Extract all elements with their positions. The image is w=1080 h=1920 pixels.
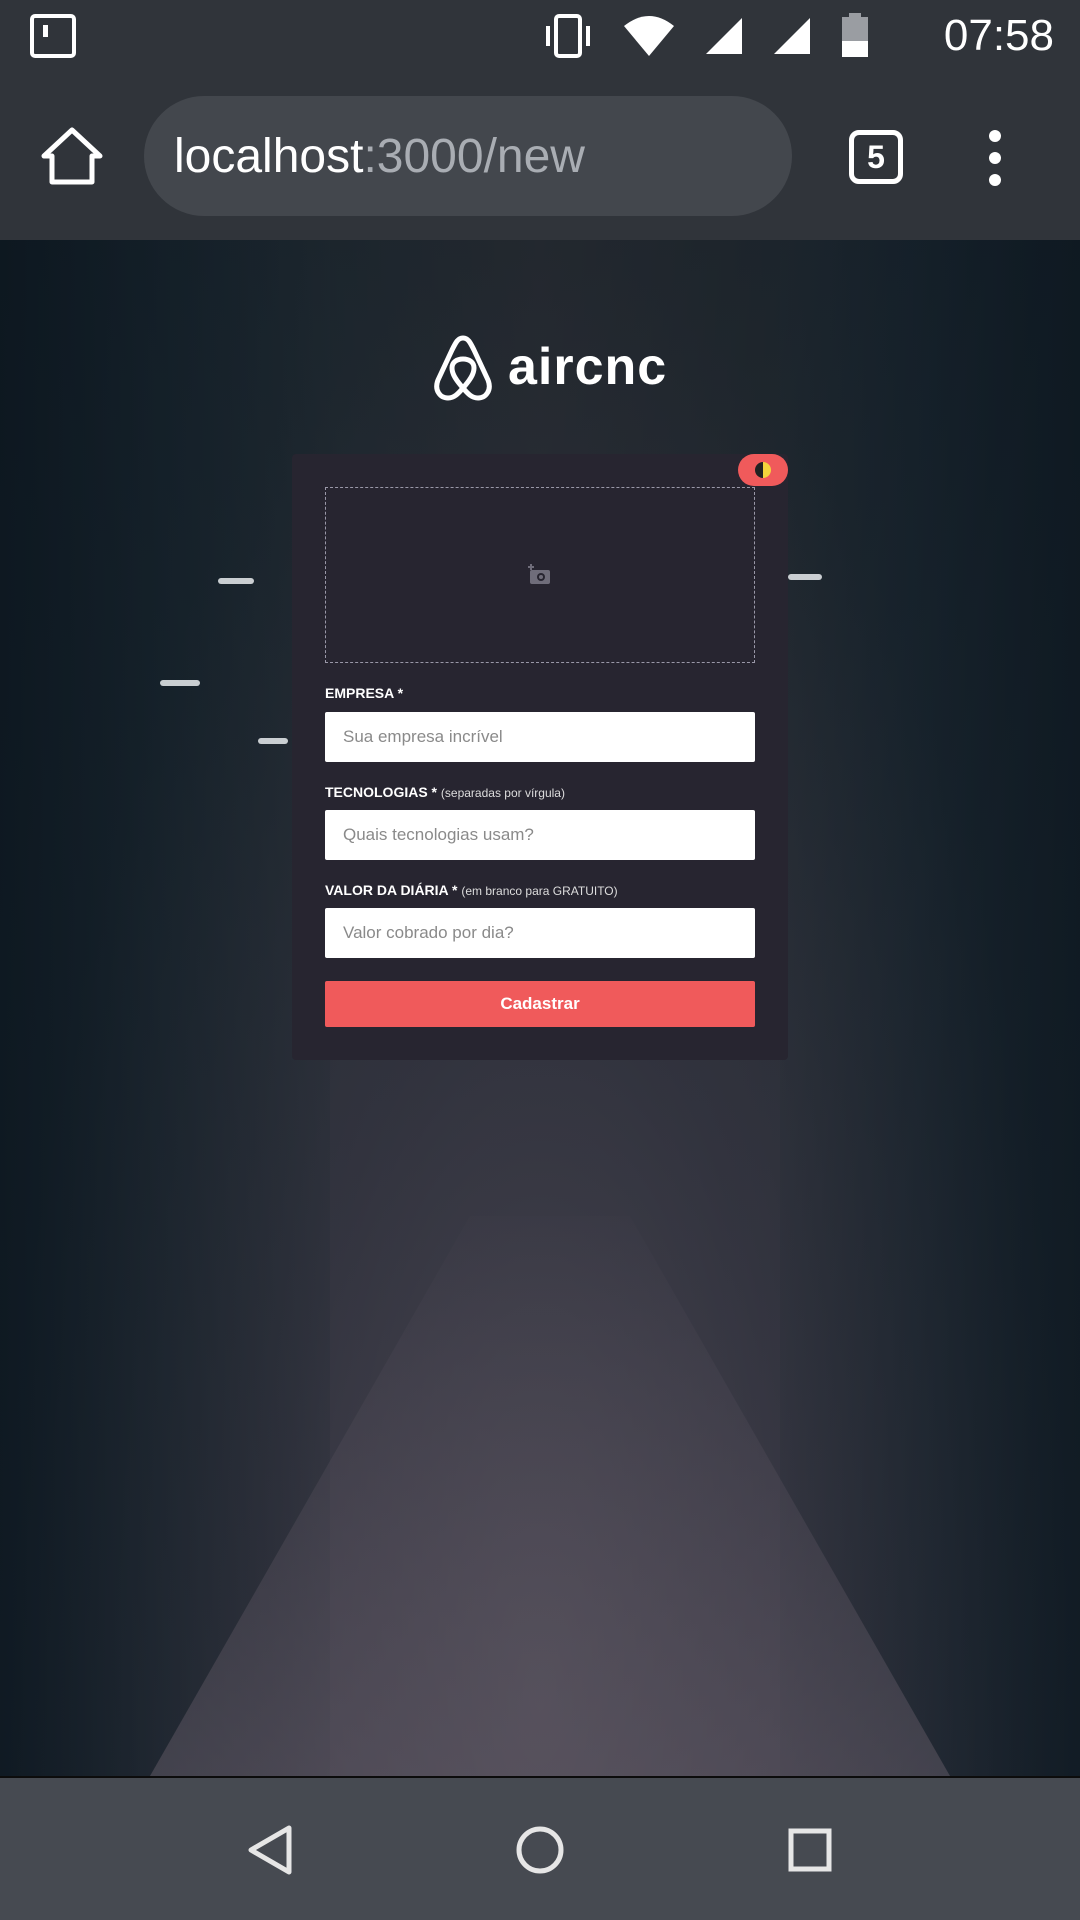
- home-circle-icon[interactable]: [508, 1818, 572, 1882]
- home-icon[interactable]: [40, 124, 104, 188]
- wifi-icon: [624, 16, 674, 56]
- vibrate-icon: [546, 14, 590, 58]
- thumbnail-upload[interactable]: [325, 487, 755, 663]
- ceiling-light: [160, 680, 200, 686]
- ceiling-light: [258, 738, 288, 744]
- ceiling-light: [788, 574, 822, 580]
- status-bar: 07:58: [0, 0, 1080, 72]
- price-hint: (em branco para GRATUITO): [461, 884, 618, 898]
- company-label-text: EMPRESA *: [325, 685, 404, 701]
- ceiling-light: [218, 578, 254, 584]
- company-input[interactable]: [325, 712, 755, 762]
- tech-label: TECNOLOGIAS * (separadas por vírgula): [325, 784, 565, 800]
- signal-icon: [706, 18, 742, 54]
- url-path: :3000/new: [363, 129, 585, 183]
- recents-icon[interactable]: [778, 1818, 842, 1882]
- page-content: aircnc EMPRESA * TECNOLOGIAS * (separada…: [0, 240, 1080, 1776]
- company-label: EMPRESA *: [325, 685, 403, 701]
- techs-input[interactable]: [325, 810, 755, 860]
- airbnb-belo-icon: [434, 335, 492, 401]
- clock: 07:58: [943, 11, 1054, 60]
- background-image: [0, 240, 330, 1776]
- theme-toggle-button[interactable]: [738, 454, 788, 486]
- submit-button[interactable]: Cadastrar: [325, 981, 755, 1027]
- signal-icon: [774, 18, 810, 54]
- price-input[interactable]: [325, 908, 755, 958]
- logo-text: aircnc: [508, 338, 668, 396]
- notification-icon: [30, 14, 76, 58]
- browser-toolbar: localhost:3000/new 5: [0, 72, 1080, 240]
- url-bar[interactable]: localhost:3000/new: [144, 96, 792, 216]
- price-label-text: VALOR DA DIÁRIA *: [325, 882, 458, 898]
- aircnc-logo: aircnc: [430, 332, 667, 402]
- tech-label-text: TECNOLOGIAS *: [325, 784, 438, 800]
- price-label: VALOR DA DIÁRIA * (em branco para GRATUI…: [325, 882, 618, 898]
- tab-switcher-button[interactable]: 5: [849, 130, 903, 184]
- system-nav-bar: [0, 1776, 1080, 1920]
- background-image-right: [780, 240, 1080, 1776]
- overflow-menu-icon[interactable]: [980, 130, 1010, 186]
- url-host: localhost: [174, 129, 364, 183]
- add-photo-icon: [528, 564, 550, 584]
- contrast-icon: [755, 462, 771, 478]
- back-icon[interactable]: [238, 1818, 302, 1882]
- tech-hint: (separadas por vírgula): [440, 786, 565, 800]
- battery-icon: [842, 13, 868, 57]
